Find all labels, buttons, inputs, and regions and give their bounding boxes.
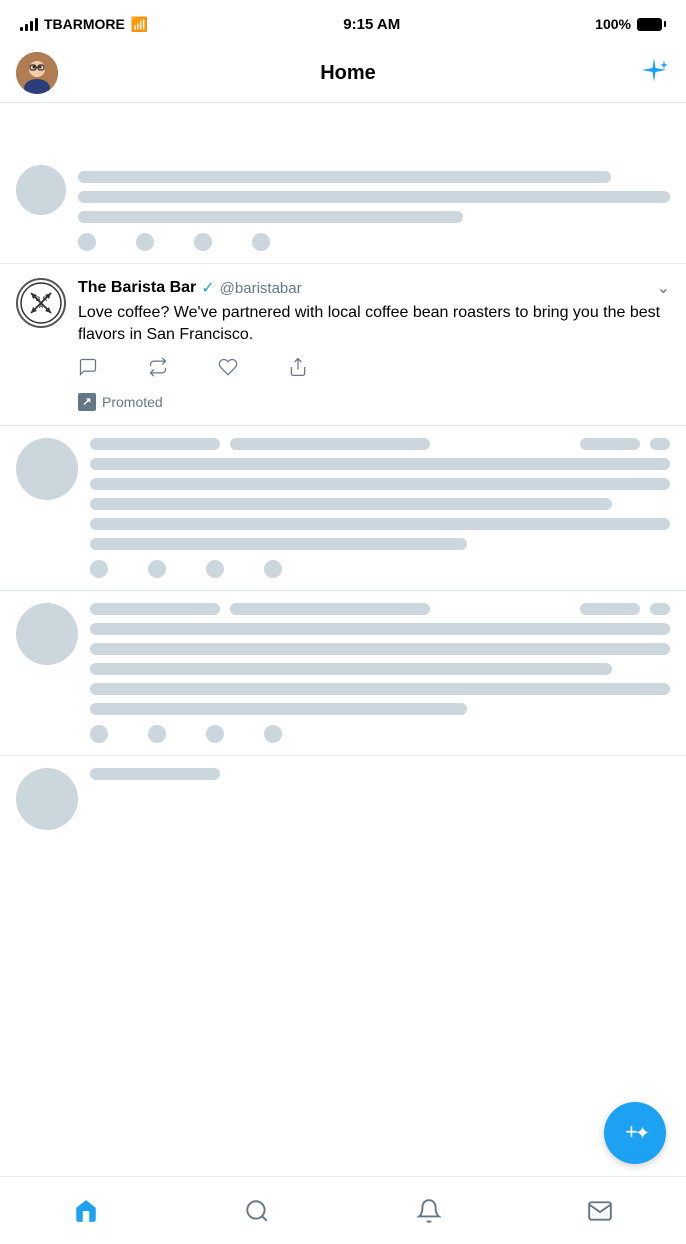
skeleton-content xyxy=(90,768,670,824)
svg-text:A: A xyxy=(39,304,44,310)
skeleton-line xyxy=(90,458,670,470)
tweet-body: The Barista Bar ✓ @baristabar ⌄ Love cof… xyxy=(78,278,670,411)
skeleton-line xyxy=(90,683,670,695)
skeleton-line xyxy=(78,211,463,223)
skeleton-tweet-3 xyxy=(0,591,686,756)
nav-messages[interactable] xyxy=(575,1186,625,1236)
tweet-display-name: The Barista Bar xyxy=(78,279,196,297)
status-bar: TBARMORE 📶 9:15 AM 100% xyxy=(0,0,686,44)
feed: B R A The Barista Bar ✓ @baristabar ⌄ Lo… xyxy=(0,103,686,836)
sparkle-icon[interactable] xyxy=(638,54,670,93)
skeleton-line xyxy=(78,171,611,183)
wifi-icon: 📶 xyxy=(131,16,148,33)
skeleton-content xyxy=(90,603,670,743)
app-header: Home xyxy=(0,44,686,103)
skeleton-content xyxy=(90,438,670,578)
battery-icon xyxy=(637,18,666,31)
chevron-down-icon[interactable]: ⌄ xyxy=(657,278,670,298)
skeleton-line xyxy=(90,498,612,510)
promoted-row: ↗ Promoted xyxy=(78,393,670,411)
skeleton-action-dot xyxy=(264,560,282,578)
status-left: TBARMORE 📶 xyxy=(20,16,148,33)
carrier-label: TBARMORE xyxy=(44,16,125,32)
svg-text:R: R xyxy=(43,297,48,303)
compose-button[interactable]: + ✦ xyxy=(604,1102,666,1164)
share-icon[interactable] xyxy=(288,357,308,383)
page-title: Home xyxy=(320,62,376,85)
skeleton-line xyxy=(580,603,640,615)
tweet-handle: @baristabar xyxy=(220,280,302,297)
verified-icon: ✓ xyxy=(201,278,214,298)
skeleton-line xyxy=(90,643,670,655)
skeleton-line xyxy=(90,518,670,530)
battery-label: 100% xyxy=(595,16,631,32)
skeleton-action-dot xyxy=(90,725,108,743)
avatar[interactable] xyxy=(16,52,58,94)
status-right: 100% xyxy=(595,16,666,32)
bottom-nav xyxy=(0,1176,686,1244)
skeleton-line xyxy=(90,603,220,615)
barista-tweet: B R A The Barista Bar ✓ @baristabar ⌄ Lo… xyxy=(0,264,686,426)
skeleton-action-dot xyxy=(136,233,154,251)
skeleton-content xyxy=(78,171,670,251)
skeleton-line xyxy=(650,438,670,450)
nav-search[interactable] xyxy=(232,1186,282,1236)
partial-tweet xyxy=(0,756,686,836)
skeleton-line xyxy=(230,603,430,615)
skeleton-line xyxy=(650,603,670,615)
skeleton-line xyxy=(90,538,467,550)
skeleton-action-dot xyxy=(252,233,270,251)
skeleton-tweet-2 xyxy=(0,426,686,591)
tweet-name-row: The Barista Bar ✓ @baristabar xyxy=(78,278,302,298)
tweet-header-row: The Barista Bar ✓ @baristabar ⌄ xyxy=(78,278,670,298)
tweet-text: Love coffee? We've partnered with local … xyxy=(78,302,670,347)
skeleton-line xyxy=(90,768,220,780)
skeleton-action-dot xyxy=(264,725,282,743)
barista-avatar[interactable]: B R A xyxy=(16,278,66,328)
reply-icon[interactable] xyxy=(78,357,98,383)
skeleton-action-dot xyxy=(206,725,224,743)
skeleton-avatar xyxy=(16,165,66,215)
skeleton-action-dot xyxy=(78,233,96,251)
skeleton-action-dot xyxy=(206,560,224,578)
skeleton-action-dot xyxy=(148,725,166,743)
skeleton-line xyxy=(78,191,670,203)
skeleton-avatar xyxy=(16,603,78,665)
like-icon[interactable] xyxy=(218,357,238,383)
skeleton-line xyxy=(90,438,220,450)
svg-text:B: B xyxy=(36,297,41,303)
skeleton-line xyxy=(580,438,640,450)
skeleton-avatar xyxy=(16,768,78,830)
skeleton-action-dot xyxy=(194,233,212,251)
retweet-icon[interactable] xyxy=(148,357,168,383)
tweet-actions xyxy=(78,357,670,383)
svg-text:✦: ✦ xyxy=(635,1123,649,1143)
signal-icon xyxy=(20,17,38,31)
skeleton-line xyxy=(90,703,467,715)
skeleton-action-dot xyxy=(148,560,166,578)
skeleton-tweet-1 xyxy=(0,103,686,264)
nav-home[interactable] xyxy=(61,1186,111,1236)
compose-icon: + ✦ xyxy=(621,1119,649,1147)
skeleton-actions xyxy=(78,233,670,251)
skeleton-line xyxy=(90,663,612,675)
skeleton-line xyxy=(90,478,670,490)
promoted-label: Promoted xyxy=(102,394,163,410)
nav-notifications[interactable] xyxy=(404,1186,454,1236)
skeleton-line xyxy=(90,623,670,635)
skeleton-actions xyxy=(90,560,670,578)
status-time: 9:15 AM xyxy=(343,16,400,33)
skeleton-actions xyxy=(90,725,670,743)
skeleton-action-dot xyxy=(90,560,108,578)
skeleton-avatar xyxy=(16,438,78,500)
promoted-icon: ↗ xyxy=(78,393,96,411)
skeleton-line xyxy=(230,438,430,450)
